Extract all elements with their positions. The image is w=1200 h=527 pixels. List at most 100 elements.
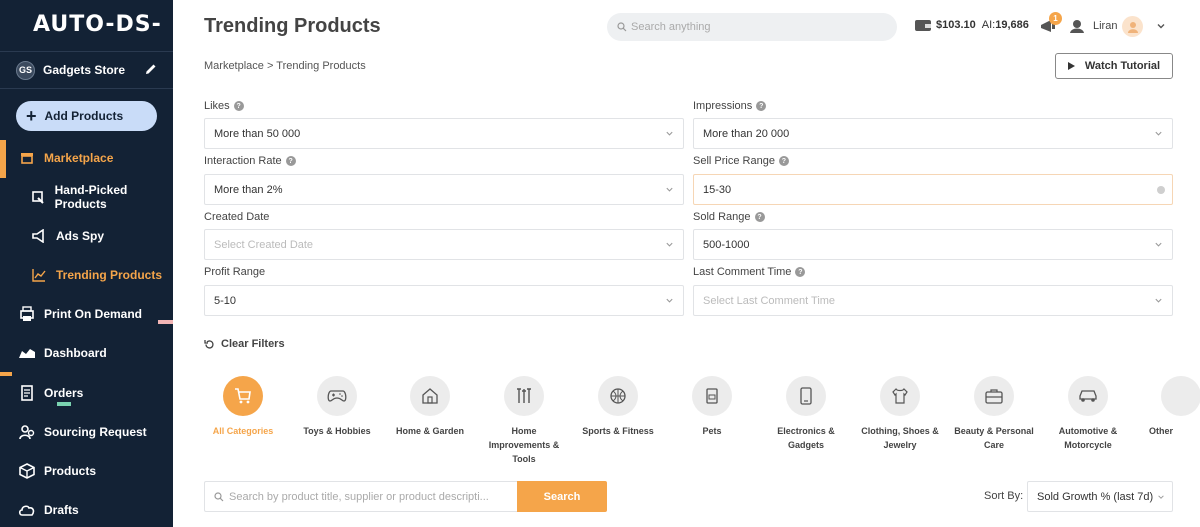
sidebar-item-sourcing-request[interactable]: Sourcing Request: [0, 417, 173, 447]
profit-range-select[interactable]: 5-10: [204, 285, 684, 316]
wallet-balance[interactable]: $103.10 AI:19,686: [914, 18, 1029, 32]
sidebar-item-trending-products[interactable]: Trending Products: [0, 260, 173, 290]
play-icon: [1067, 62, 1075, 70]
category-toys-hobbies[interactable]: Toys & Hobbies: [294, 376, 380, 438]
category-label: Automotive & Motorcycle: [1058, 426, 1118, 450]
wallet-icon: [915, 20, 931, 31]
print-icon: [18, 305, 36, 323]
divider: [0, 88, 173, 89]
cart-icon: [223, 376, 263, 416]
chevron-down-icon: [666, 298, 673, 303]
created-date-placeholder: Select Created Date: [214, 238, 314, 251]
sort-by-select[interactable]: Sold Growth % (last 7d): [1027, 481, 1173, 512]
sidebar-item-orders[interactable]: Orders: [0, 378, 173, 408]
search-icon: [214, 491, 224, 501]
search-button[interactable]: Search: [517, 481, 607, 512]
category-label: Other: [1149, 426, 1174, 436]
help-icon[interactable]: ?: [778, 156, 789, 166]
search-icon: [617, 22, 627, 32]
box-icon: [18, 462, 36, 480]
chevron-down-icon: [1155, 131, 1162, 136]
sidebar-item-label: Drafts: [44, 503, 79, 517]
category-label: All Categories: [212, 426, 274, 436]
store-selector[interactable]: GS Gadgets Store: [16, 60, 166, 80]
watch-tutorial-button[interactable]: Watch Tutorial: [1055, 53, 1173, 79]
help-icon[interactable]: ?: [285, 156, 296, 166]
chevron-down-icon: [1158, 495, 1164, 499]
likes-value: More than 50 000: [214, 127, 301, 140]
help-icon[interactable]: ?: [233, 101, 244, 111]
category-label: Electronics & Gadgets: [777, 426, 835, 450]
likes-label: Likes?: [204, 100, 244, 112]
sidebar-item-products[interactable]: Products: [0, 456, 173, 486]
sidebar-item-dashboard[interactable]: Dashboard: [0, 338, 173, 368]
sidebar-item-hand-picked-products[interactable]: Hand-Picked Products: [0, 182, 173, 212]
chevron-down-icon[interactable]: [1156, 21, 1166, 31]
sidebar-item-label: Marketplace: [44, 151, 114, 165]
sidebar-item-ads-spy[interactable]: Ads Spy: [0, 221, 173, 251]
sidebar-item-marketplace[interactable]: Marketplace: [0, 143, 173, 173]
category-home-garden[interactable]: Home & Garden: [387, 376, 473, 438]
help-icon[interactable]: ?: [754, 212, 765, 222]
sidebar-item-drafts[interactable]: Drafts: [0, 495, 173, 525]
sourcing-icon: [18, 423, 36, 441]
app-logo[interactable]: AUTO-DS-: [33, 12, 162, 37]
gamepad-icon: [317, 376, 357, 416]
basketball-icon: [598, 376, 638, 416]
last-comment-time-label: Last Comment Time?: [693, 266, 806, 278]
category-home-improvements-tools[interactable]: Home Improvements & Tools: [481, 376, 567, 466]
category-label: Sports & Fitness: [582, 426, 654, 436]
clear-icon[interactable]: [1157, 186, 1165, 194]
divider: [0, 51, 173, 52]
avatar[interactable]: [1122, 16, 1143, 37]
clear-filters-button[interactable]: Clear Filters: [204, 338, 285, 350]
category-label: Home Improvements & Tools: [488, 426, 560, 464]
sold-range-select[interactable]: 500-1000: [693, 229, 1173, 260]
profile-settings-icon[interactable]: [1069, 18, 1085, 34]
orders-icon: [18, 384, 36, 402]
impressions-select[interactable]: More than 20 000: [693, 118, 1173, 149]
chevron-down-icon: [666, 131, 673, 136]
dashboard-icon: [18, 344, 36, 362]
global-search-input[interactable]: Search anything: [607, 13, 897, 41]
category-automotive-motorcycle[interactable]: Automotive & Motorcycle: [1045, 376, 1131, 452]
help-icon[interactable]: ?: [756, 101, 767, 111]
shirt-icon: [880, 376, 920, 416]
global-search-placeholder: Search anything: [631, 21, 711, 33]
add-products-button[interactable]: + Add Products: [16, 101, 157, 131]
sidebar-item-print-on-demand[interactable]: Print On Demand: [0, 299, 173, 329]
interaction-rate-value: More than 2%: [214, 183, 283, 196]
sell-price-range-label-text: Sell Price Range: [693, 155, 775, 167]
last-comment-time-select[interactable]: Select Last Comment Time: [693, 285, 1173, 316]
interaction-rate-select[interactable]: More than 2%: [204, 174, 684, 205]
megaphone-icon: [30, 227, 48, 245]
sidebar-item-label: Trending Products: [56, 268, 163, 282]
category-pets[interactable]: Pets: [669, 376, 755, 438]
likes-select[interactable]: More than 50 000: [204, 118, 684, 149]
sidebar-marker: [0, 372, 12, 376]
category-sports-fitness[interactable]: Sports & Fitness: [575, 376, 661, 438]
category-beauty-personal-care[interactable]: Beauty & Personal Care: [951, 376, 1037, 452]
last-comment-time-placeholder: Select Last Comment Time: [703, 294, 836, 307]
category-label: Pets: [702, 426, 722, 436]
sidebar-marker: [57, 402, 71, 406]
category-clothing-shoes-jewelry[interactable]: Clothing, Shoes & Jewelry: [857, 376, 943, 452]
category-all-categories[interactable]: All Categories: [200, 376, 286, 438]
user-name[interactable]: Liran: [1093, 20, 1117, 32]
sidebar-item-label: Dashboard: [44, 346, 107, 360]
tools-icon: [504, 376, 544, 416]
product-search-input[interactable]: Search by product title, supplier or pro…: [204, 481, 517, 512]
sold-range-label: Sold Range?: [693, 211, 765, 223]
notification-badge: 1: [1049, 12, 1062, 25]
help-icon[interactable]: ?: [795, 267, 806, 277]
chevron-down-icon: [1155, 242, 1162, 247]
category-electronics-gadgets[interactable]: Electronics & Gadgets: [763, 376, 849, 452]
category-label: Beauty & Personal Care: [954, 426, 1034, 450]
pencil-icon[interactable]: [144, 62, 158, 76]
created-date-select[interactable]: Select Created Date: [204, 229, 684, 260]
sell-price-range-select[interactable]: 15-30: [693, 174, 1173, 205]
interaction-rate-label: Interaction Rate?: [204, 155, 296, 167]
category-other[interactable]: Other: [1139, 376, 1200, 438]
clear-filters-label: Clear Filters: [221, 338, 285, 350]
sidebar-item-label: Orders: [44, 386, 84, 400]
